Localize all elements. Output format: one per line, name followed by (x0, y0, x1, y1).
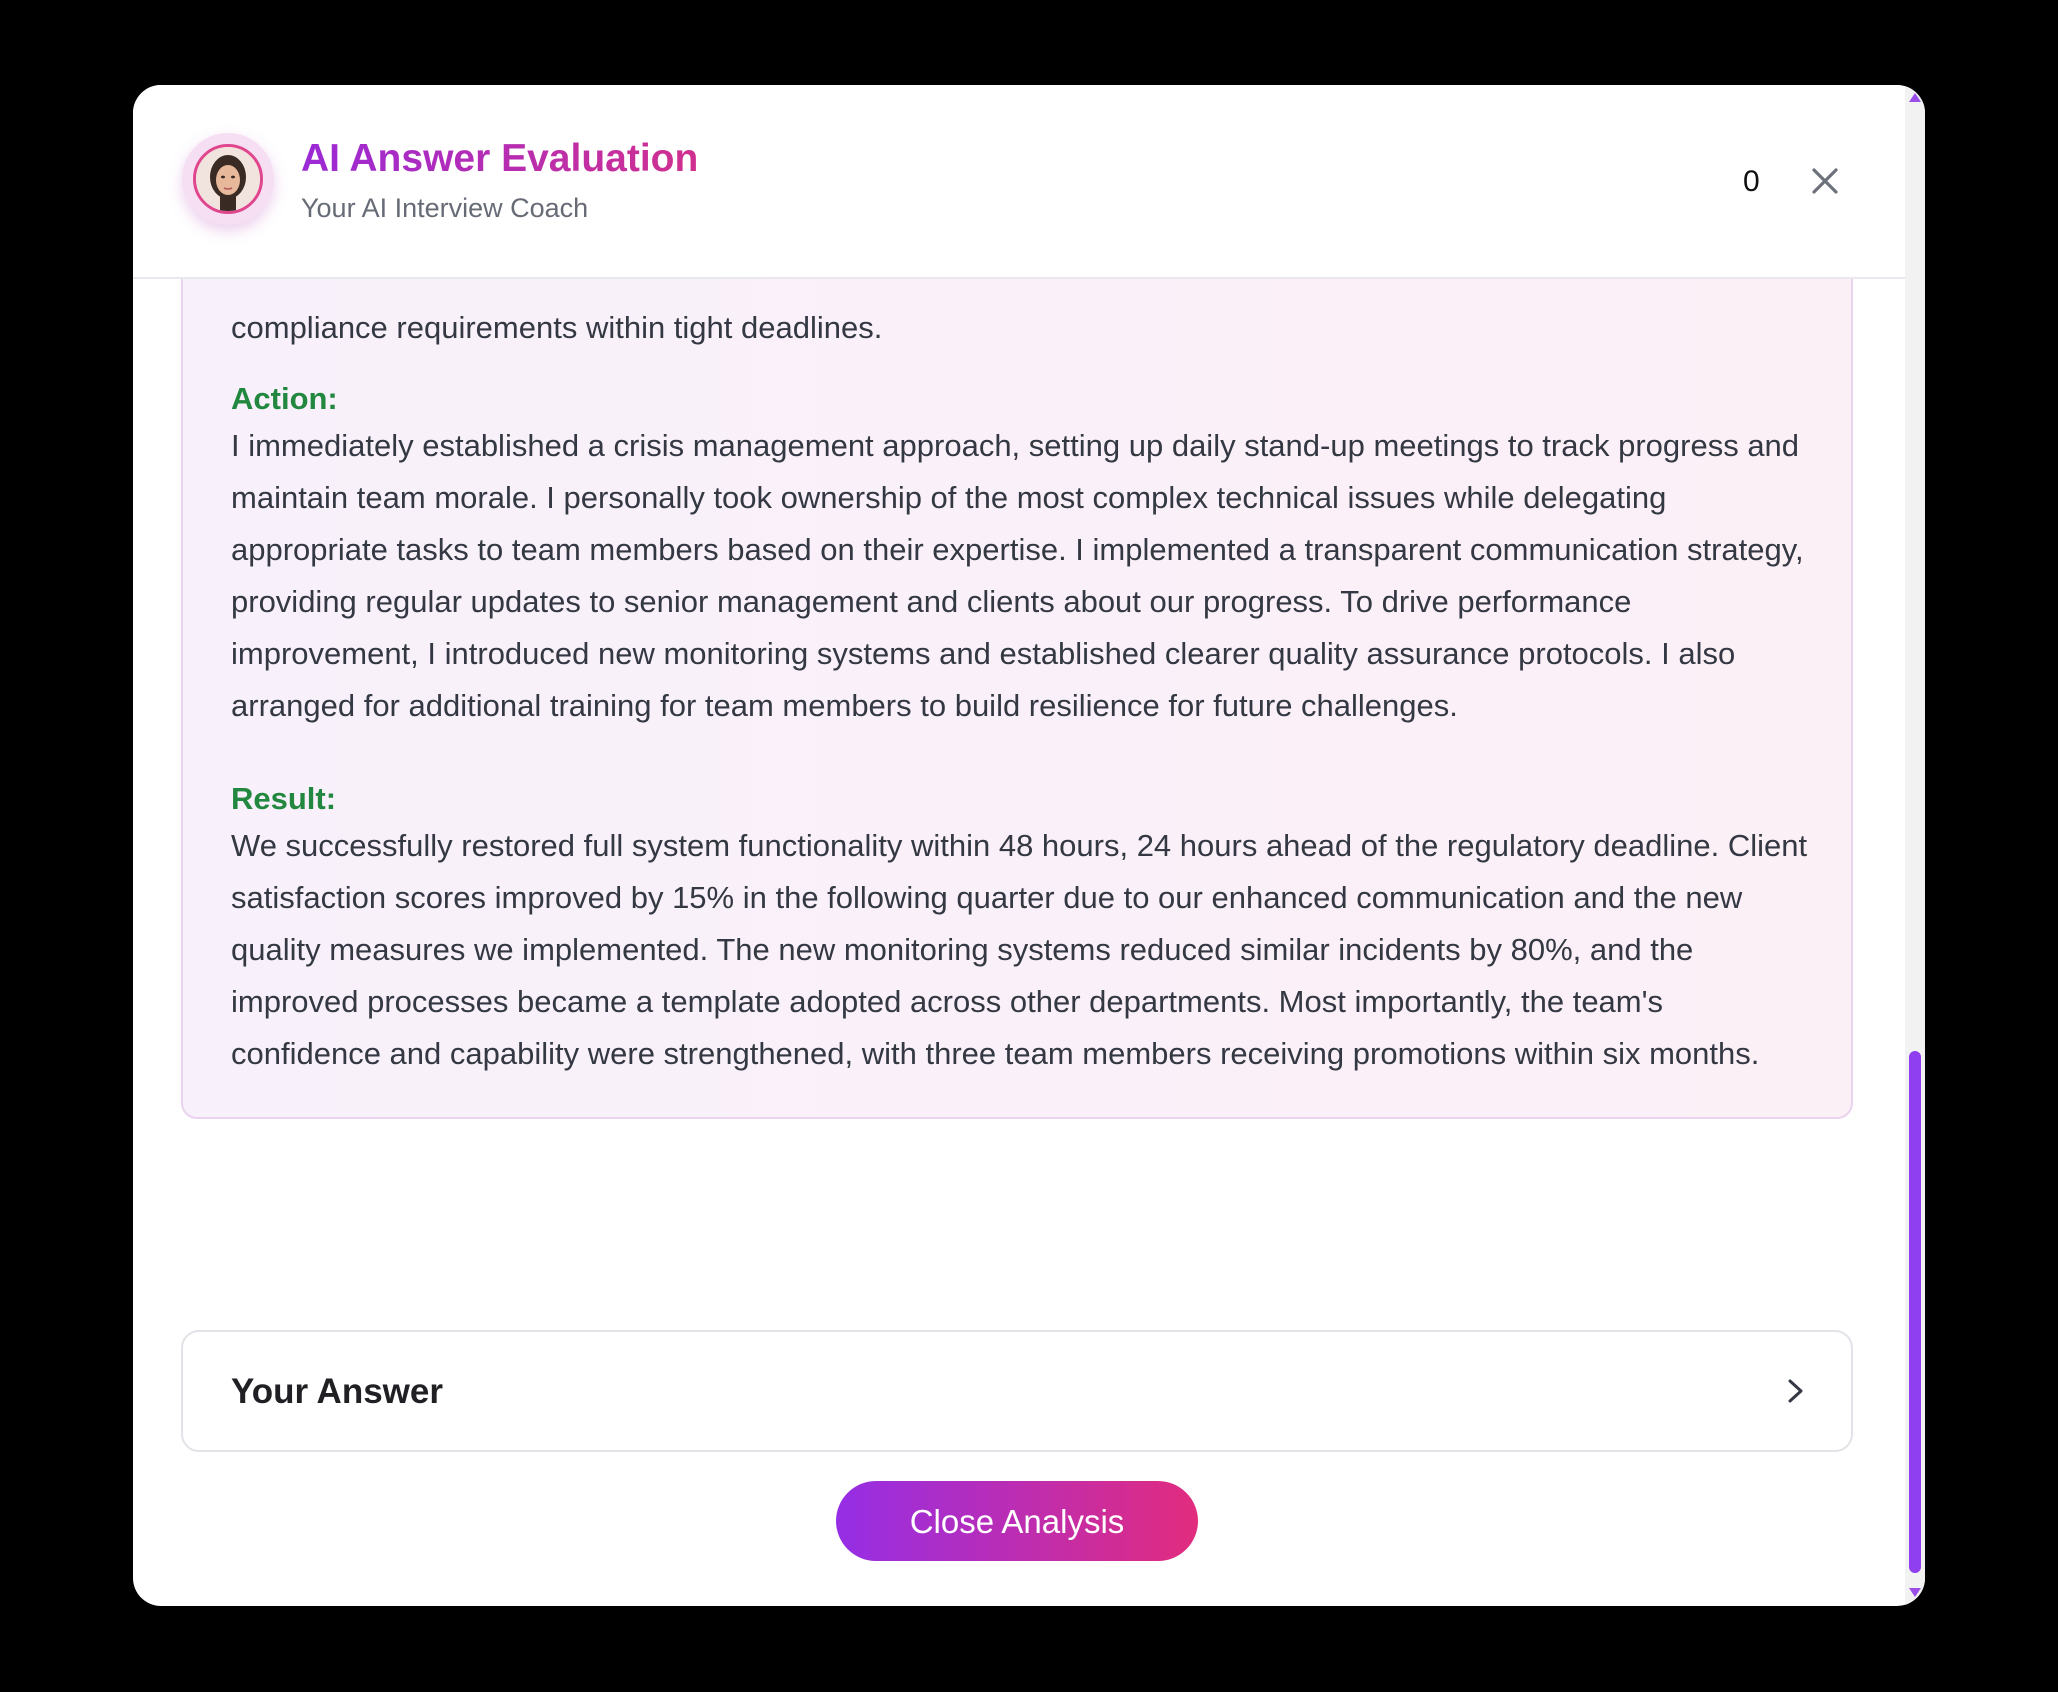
result-text: We successfully restored full system fun… (231, 828, 1808, 1071)
chevron-right-icon (1783, 1374, 1809, 1408)
your-answer-toggle[interactable]: Your Answer (181, 1330, 1853, 1452)
modal-body[interactable]: compliance requirements within tight dea… (133, 279, 1905, 1606)
action-text: I immediately established a crisis manag… (231, 428, 1804, 723)
scroll-up-icon[interactable] (1909, 93, 1921, 102)
modal-subtitle: Your AI Interview Coach (301, 193, 589, 223)
evaluation-modal: AI Answer Evaluation Your AI Interview C… (133, 85, 1925, 1606)
scroll-down-icon[interactable] (1909, 1588, 1921, 1597)
modal-title: AI Answer Evaluation (301, 137, 699, 180)
close-icon[interactable] (1805, 161, 1845, 201)
your-answer-title: Your Answer (231, 1372, 443, 1411)
coach-avatar-image (193, 144, 263, 214)
action-label: Action: (231, 381, 338, 416)
result-label: Result: (231, 781, 337, 816)
face-icon (196, 147, 260, 211)
star-example-card: compliance requirements within tight dea… (181, 279, 1853, 1119)
modal-header: AI Answer Evaluation Your AI Interview C… (133, 85, 1905, 279)
scrollbar[interactable] (1905, 85, 1925, 1606)
close-analysis-button[interactable]: Close Analysis (836, 1481, 1198, 1561)
situation-text: compliance requirements within tight dea… (231, 310, 883, 345)
avatar (182, 133, 274, 225)
scrollbar-thumb[interactable] (1909, 1051, 1921, 1573)
counter-value: 0 (1743, 165, 1760, 198)
